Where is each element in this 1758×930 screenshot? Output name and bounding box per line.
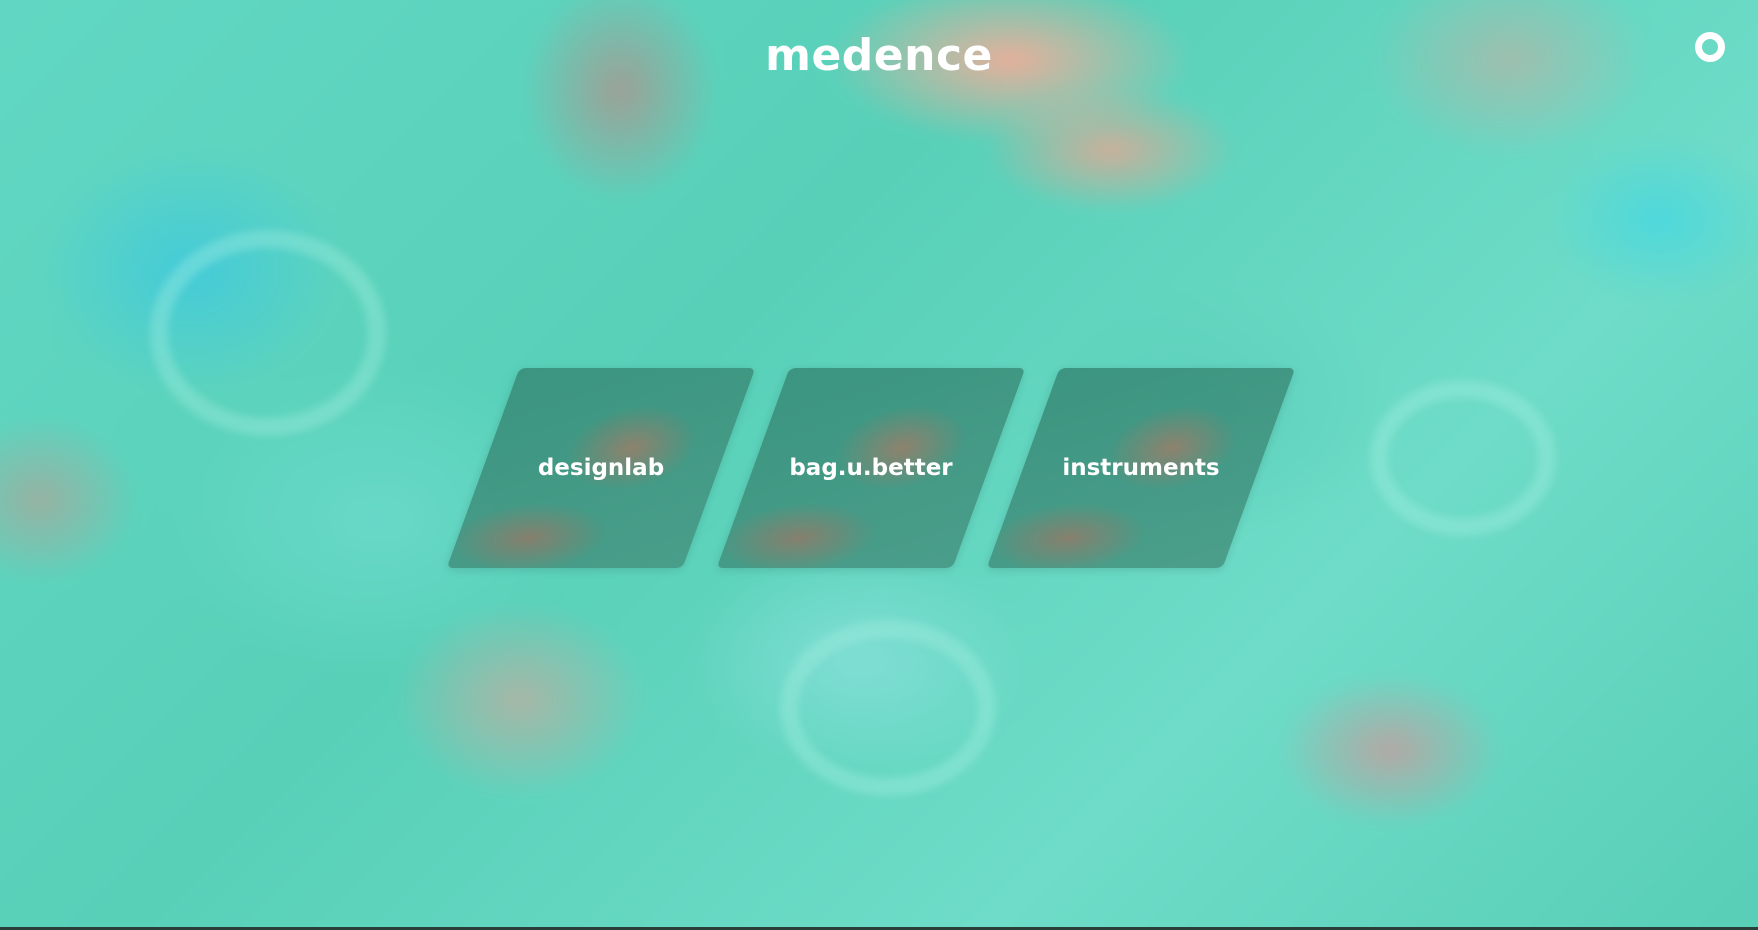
tile-label: instruments xyxy=(1062,455,1220,481)
site-logo[interactable]: medence xyxy=(0,30,1758,81)
tile-designlab[interactable]: designlab xyxy=(446,368,756,568)
tile-label: designlab xyxy=(537,455,665,481)
tile-bag-u-better[interactable]: bag.u.better xyxy=(716,368,1026,568)
tile-label: bag.u.better xyxy=(789,455,953,481)
background-swirl xyxy=(780,620,996,796)
project-tiles: designlab bag.u.better instruments xyxy=(0,368,1758,568)
landing-page: medence designlab bag.u.better instrumen… xyxy=(0,0,1758,930)
tile-instruments[interactable]: instruments xyxy=(986,368,1296,568)
ring-icon[interactable] xyxy=(1695,32,1725,62)
